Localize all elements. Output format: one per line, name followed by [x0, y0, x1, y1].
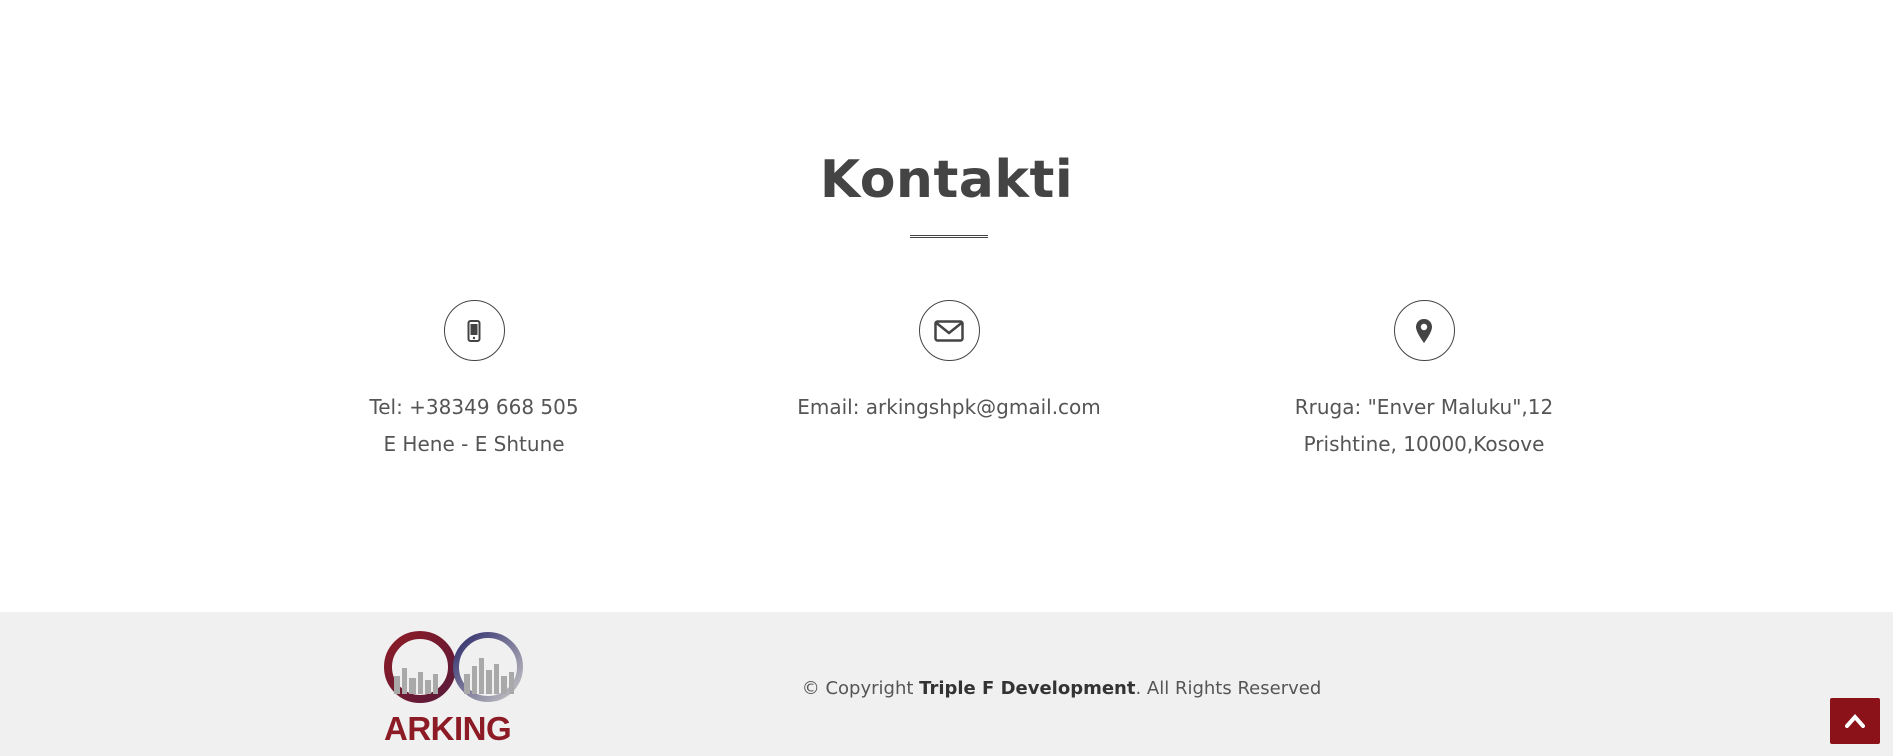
street-address: Rruga: "Enver Maluku",12 [1294, 395, 1554, 419]
envelope-icon [918, 300, 980, 361]
copyright-suffix: . All Rights Reserved [1135, 678, 1322, 699]
map-marker-icon [1393, 300, 1455, 361]
contact-section: Kontakti Tel: +38349 668 505 E Hene - E … [0, 0, 1893, 612]
contact-address-column: Rruga: "Enver Maluku",12 Prishtine, 1000… [1234, 300, 1614, 463]
contact-email-column: Email: arkingshpk@gmail.com [759, 300, 1139, 426]
copyright-company-link[interactable]: Triple F Development [919, 678, 1135, 699]
working-days: E Hene - E Shtune [383, 432, 565, 456]
title-underline [910, 235, 988, 238]
city-address: Prishtine, 10000,Kosove [1303, 432, 1545, 456]
logo-mark [384, 631, 523, 703]
copyright-prefix: © Copyright [801, 678, 920, 699]
footer: ARKING © Copyright Triple F Development.… [0, 612, 1893, 756]
scroll-to-top-button[interactable] [1830, 698, 1880, 744]
section-title: Kontakti [819, 150, 1074, 210]
copyright-text: © Copyright Triple F Development. All Ri… [0, 678, 1893, 699]
logo-text: ARKING [384, 710, 512, 747]
phone-number: Tel: +38349 668 505 [369, 395, 579, 419]
chevron-up-icon [1845, 714, 1865, 728]
email-address: Email: arkingshpk@gmail.com [797, 395, 1101, 419]
mobile-phone-icon [443, 300, 505, 361]
contact-phone-column: Tel: +38349 668 505 E Hene - E Shtune [284, 300, 664, 463]
